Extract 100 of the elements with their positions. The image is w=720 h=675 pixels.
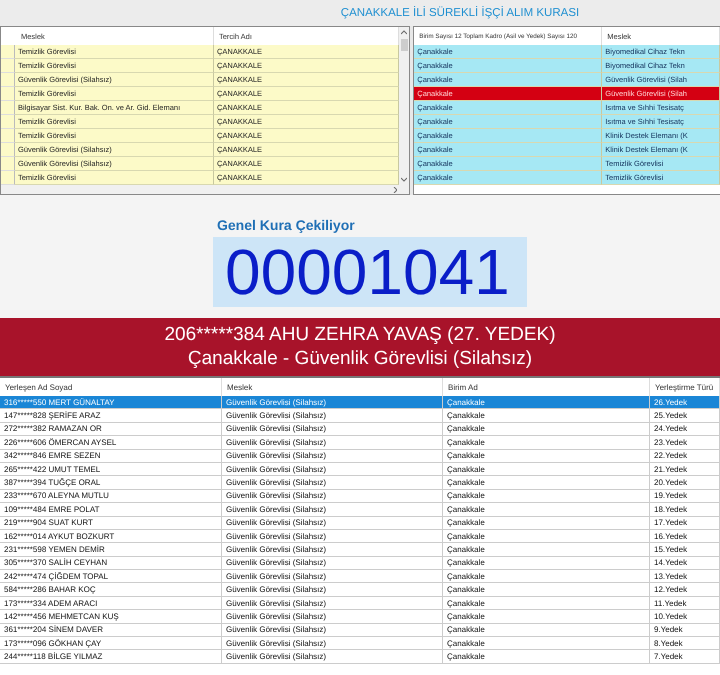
table-cell[interactable]: Çanakkale: [443, 637, 650, 650]
table-cell[interactable]: 24.Yedek: [650, 422, 720, 436]
table-cell[interactable]: 12.Yedek: [650, 583, 720, 597]
table-cell[interactable]: Güvenlik Görevlisi (Silahsız): [222, 570, 443, 584]
table-cell[interactable]: 25.Yedek: [650, 409, 720, 423]
table-cell[interactable]: Çanakkale: [443, 570, 650, 584]
table-cell[interactable]: Güvenlik Görevlisi (Silahsız): [222, 422, 443, 436]
table-cell[interactable]: Güvenlik Görevlisi (Silahsız): [222, 396, 443, 410]
table-cell[interactable]: 226*****606 ÖMERCAN AYSEL: [0, 436, 222, 450]
row-header[interactable]: [1, 171, 15, 185]
table-cell[interactable]: Çanakkale: [443, 436, 650, 450]
table-cell[interactable]: 10.Yedek: [650, 610, 720, 624]
table-cell[interactable]: Çanakkale: [443, 596, 650, 610]
table-cell[interactable]: 23.Yedek: [650, 436, 720, 450]
row-header[interactable]: [1, 87, 15, 101]
table-cell[interactable]: Güvenlik Görevlisi (Silahsız): [222, 530, 443, 544]
table-cell[interactable]: Güvenlik Görevlisi (Silahsız): [222, 596, 443, 610]
table-cell[interactable]: Çanakkale: [443, 556, 650, 570]
table-cell[interactable]: 16.Yedek: [650, 530, 720, 544]
table-cell[interactable]: 244*****118 BİLGE YILMAZ: [0, 650, 222, 664]
table-cell[interactable]: Güvenlik Görevlisi (Silahsız): [222, 610, 443, 624]
table-cell[interactable]: Çanakkale: [443, 583, 650, 597]
table-cell[interactable]: 21.Yedek: [650, 462, 720, 476]
result-text: Çanakkale - Güvenlik Görevlisi (Silahsız): [188, 347, 532, 371]
table-cell[interactable]: Güvenlik Görevlisi (Silahsız): [222, 624, 443, 638]
table-cell[interactable]: Çanakkale: [443, 516, 650, 530]
table-cell[interactable]: 109*****484 EMRE POLAT: [0, 503, 222, 517]
row-header[interactable]: [1, 115, 15, 129]
table-cell[interactable]: 19.Yedek: [650, 490, 720, 504]
table-cell[interactable]: Güvenlik Görevlisi (Silahsız): [222, 556, 443, 570]
row-header[interactable]: [1, 129, 15, 143]
draw-number: 00001041: [213, 237, 527, 307]
table-cell[interactable]: 219*****904 SUAT KURT: [0, 516, 222, 530]
table-cell[interactable]: 231*****598 YEMEN DEMİR: [0, 543, 222, 557]
scrollbar[interactable]: [1, 185, 410, 194]
table-cell[interactable]: 272*****382 RAMAZAN OR: [0, 422, 222, 436]
table-cell[interactable]: 9.Yedek: [650, 624, 720, 638]
table-cell[interactable]: Çanakkale: [443, 490, 650, 504]
table-cell[interactable]: 14.Yedek: [650, 556, 720, 570]
table-cell[interactable]: 173*****334 ADEM ARACI: [0, 596, 222, 610]
row-header[interactable]: [1, 59, 15, 73]
table-cell[interactable]: 242*****474 ÇİĞDEM TOPAL: [0, 570, 222, 584]
table-cell[interactable]: Güvenlik Görevlisi (Silahsız): [222, 490, 443, 504]
scroll-right-icon[interactable]: [393, 186, 398, 192]
table-cell[interactable]: Güvenlik Görevlisi (Silahsız): [222, 409, 443, 423]
table-cell[interactable]: 26.Yedek: [650, 396, 720, 410]
table-cell[interactable]: Güvenlik Görevlisi (Silahsız): [222, 436, 443, 450]
result-text: 206*****384 AHU ZEHRA YAVAŞ (27. YEDEK): [164, 323, 556, 347]
table-cell[interactable]: Çanakkale: [443, 530, 650, 544]
table-cell[interactable]: Çanakkale: [443, 409, 650, 423]
table-cell[interactable]: 361*****204 SİNEM DAVER: [0, 624, 222, 638]
table-cell[interactable]: Güvenlik Görevlisi (Silahsız): [222, 543, 443, 557]
table-cell[interactable]: 15.Yedek: [650, 543, 720, 557]
scroll-up-icon[interactable]: [401, 30, 408, 35]
table-cell[interactable]: 316*****550 MERT GÜNALTAY: [0, 396, 222, 410]
table-cell[interactable]: Çanakkale: [443, 462, 650, 476]
row-header[interactable]: [1, 143, 15, 157]
row-header[interactable]: [1, 45, 15, 59]
table-cell[interactable]: Çanakkale: [443, 610, 650, 624]
table-cell[interactable]: Güvenlik Görevlisi (Silahsız): [222, 503, 443, 517]
table-cell[interactable]: Çanakkale: [443, 543, 650, 557]
table-cell[interactable]: 20.Yedek: [650, 476, 720, 490]
scroll-down-icon[interactable]: [401, 177, 408, 182]
table-cell[interactable]: Güvenlik Görevlisi (Silahsız): [222, 476, 443, 490]
table-cell[interactable]: Çanakkale: [443, 650, 650, 664]
table-cell[interactable]: 584*****286 BAHAR KOÇ: [0, 583, 222, 597]
table-cell[interactable]: Çanakkale: [443, 503, 650, 517]
table-cell[interactable]: 147*****828 ŞERİFE ARAZ: [0, 409, 222, 423]
row-header[interactable]: [1, 157, 15, 171]
table-cell[interactable]: 387*****394 TUĞÇE ORAL: [0, 476, 222, 490]
table-cell[interactable]: 22.Yedek: [650, 450, 720, 463]
table-cell[interactable]: 265*****422 UMUT TEMEL: [0, 462, 222, 476]
table-cell[interactable]: Çanakkale: [443, 396, 650, 410]
row-header[interactable]: [1, 101, 15, 115]
table-cell[interactable]: 11.Yedek: [650, 596, 720, 610]
table-cell[interactable]: Güvenlik Görevlisi (Silahsız): [222, 583, 443, 597]
table-cell[interactable]: 7.Yedek: [650, 650, 720, 664]
table-cell[interactable]: 13.Yedek: [650, 570, 720, 584]
table-cell[interactable]: 233*****670 ALEYNA MUTLU: [0, 490, 222, 504]
table-cell[interactable]: Çanakkale: [443, 422, 650, 436]
table-cell[interactable]: 142*****456 MEHMETCAN KUŞ: [0, 610, 222, 624]
table-cell[interactable]: Çanakkale: [443, 450, 650, 463]
table-cell[interactable]: Çanakkale: [443, 476, 650, 490]
table-cell[interactable]: Güvenlik Görevlisi (Silahsız): [222, 637, 443, 650]
table-cell[interactable]: Güvenlik Görevlisi (Silahsız): [222, 450, 443, 463]
table-cell[interactable]: 8.Yedek: [650, 637, 720, 650]
table-cell[interactable]: 17.Yedek: [650, 516, 720, 530]
table-cell[interactable]: 18.Yedek: [650, 503, 720, 517]
table-cell[interactable]: 342*****846 EMRE SEZEN: [0, 450, 222, 463]
scrollbar[interactable]: [399, 27, 410, 185]
row-header[interactable]: [1, 73, 15, 87]
table-cell[interactable]: Çanakkale: [443, 624, 650, 638]
table-cell[interactable]: Güvenlik Görevlisi (Silahsız): [222, 650, 443, 664]
table-cell[interactable]: Güvenlik Görevlisi (Silahsız): [222, 516, 443, 530]
table-cell[interactable]: 162*****014 AYKUT BOZKURT: [0, 530, 222, 544]
scroll-thumb[interactable]: [400, 39, 408, 51]
table-cell[interactable]: 305*****370 SALİH CEYHAN: [0, 556, 222, 570]
table-cell[interactable]: Güvenlik Görevlisi (Silahsız): [222, 462, 443, 476]
table-cell[interactable]: 173*****096 GÖKHAN ÇAY: [0, 637, 222, 650]
draw-status-label: Genel Kura Çekiliyor: [217, 217, 356, 233]
